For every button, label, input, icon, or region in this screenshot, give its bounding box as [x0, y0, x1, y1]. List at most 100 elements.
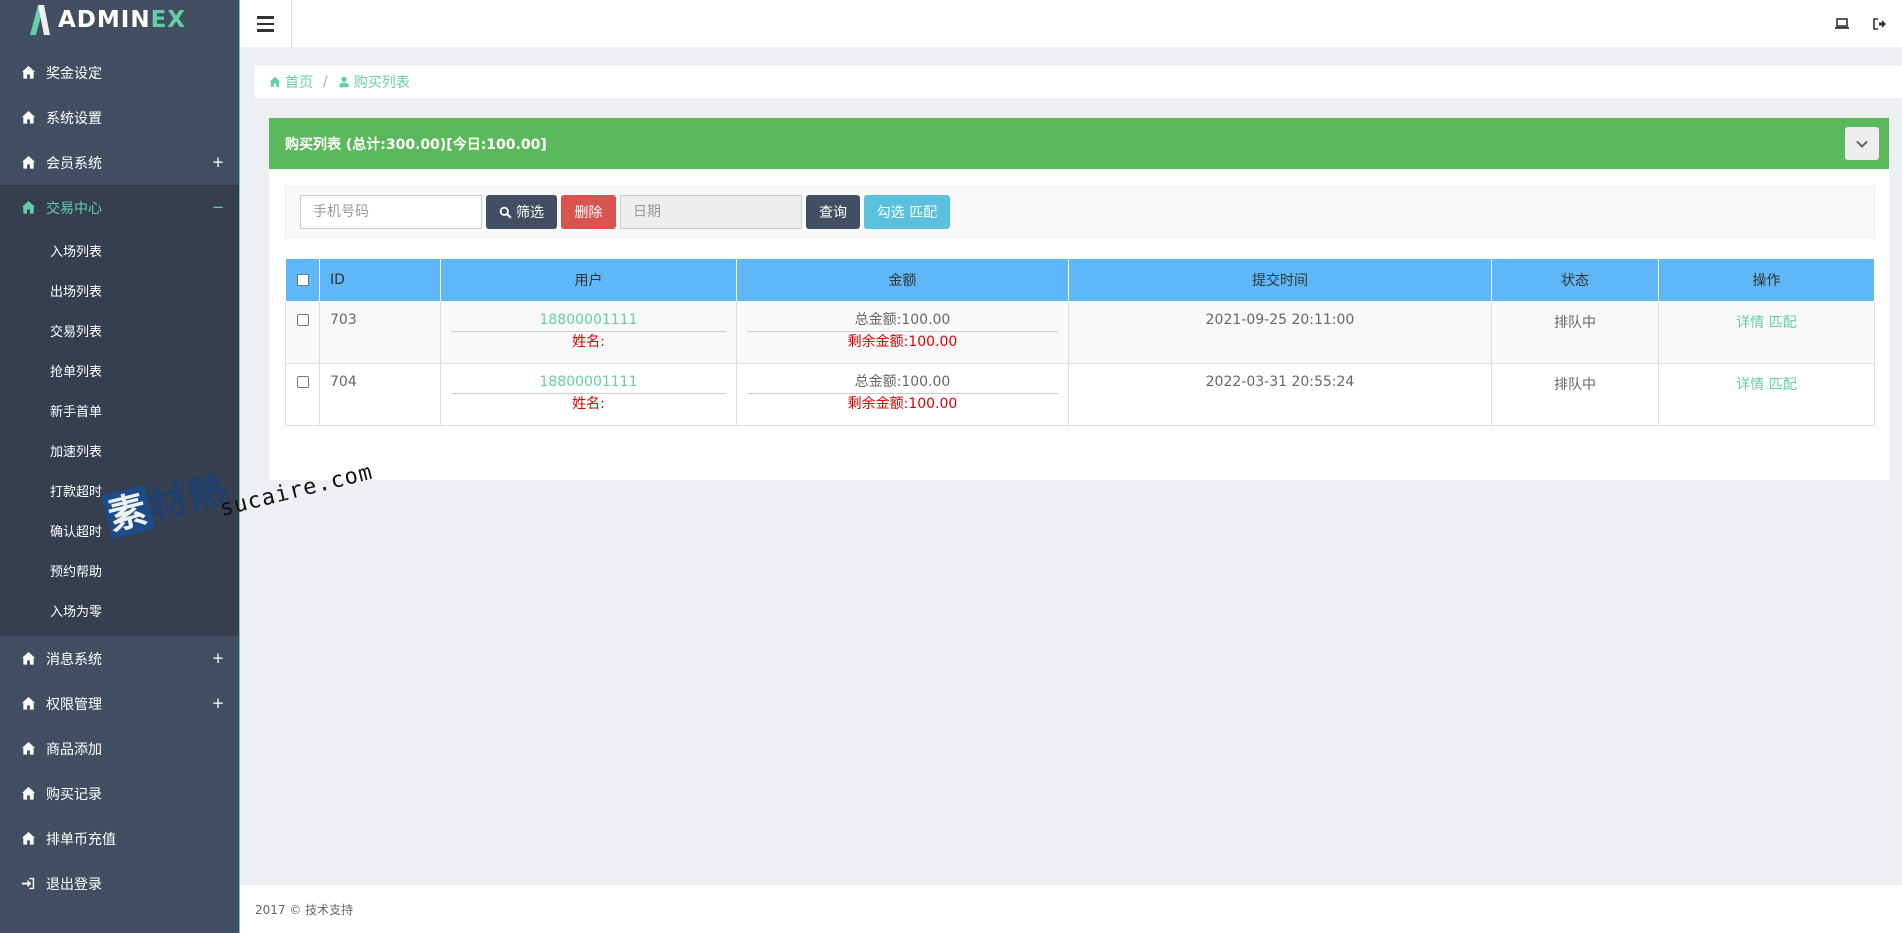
header-ops: 操作 [1658, 258, 1875, 302]
home-icon [20, 65, 36, 81]
collapse-icon[interactable]: − [211, 199, 225, 215]
subnav-item-reserve-help[interactable]: 预约帮助 [0, 550, 239, 590]
home-icon [20, 831, 36, 847]
sidebar-item-label: 购买记录 [46, 786, 102, 803]
table-row: 703 18800001111 姓名: 总金额:100.00 剩余金额:100.… [285, 301, 1875, 364]
row-select-cell [285, 363, 320, 426]
sidebar-item-label: 奖金设定 [46, 65, 102, 82]
delete-button[interactable]: 删除 [561, 195, 616, 229]
row-time: 2022-03-31 20:55:24 [1068, 363, 1492, 426]
breadcrumb-current-label: 购买列表 [353, 75, 410, 91]
row-ops: 详情 匹配 [1658, 363, 1875, 426]
search-icon [499, 206, 512, 219]
breadcrumb-home[interactable]: 首页 [269, 72, 313, 92]
row-match-link[interactable]: 匹配 [1769, 315, 1797, 331]
row-id: 704 [319, 363, 441, 426]
sidebar: ADMIN EX 奖金设定 系统设置 会员系统 + 交易中心 − 入场列表 出场列… [0, 0, 240, 933]
phone-input[interactable] [300, 195, 482, 229]
sidebar-item-trade-center[interactable]: 交易中心 − [0, 185, 239, 230]
subnav-item-grab-list[interactable]: 抢单列表 [0, 350, 239, 390]
sidebar-item-purchase-records[interactable]: 购买记录 [0, 771, 239, 816]
row-user: 18800001111 姓名: [440, 301, 737, 364]
header-select-all [285, 258, 320, 302]
expand-icon[interactable]: + [211, 154, 225, 170]
panel-heading: 购买列表 (总计:300.00)[今日:100.00] [269, 118, 1889, 169]
sidebar-item-label: 交易中心 [46, 200, 102, 217]
sidebar-nav: 奖金设定 系统设置 会员系统 + 交易中心 − [0, 50, 239, 230]
home-icon [20, 155, 36, 171]
row-match-link[interactable]: 匹配 [1769, 377, 1797, 393]
sidebar-subnav-trade: 入场列表 出场列表 交易列表 抢单列表 新手首单 加速列表 打款超时 确认超时 … [0, 230, 239, 636]
sidebar-item-permissions[interactable]: 权限管理 + [0, 681, 239, 726]
menu-toggle-button[interactable] [240, 0, 292, 48]
delete-button-label: 删除 [574, 205, 603, 221]
row-remain-amount: 剩余金额:100.00 [847, 396, 958, 412]
sign-out-icon[interactable] [1870, 14, 1890, 34]
query-button[interactable]: 查询 [806, 195, 860, 229]
expand-icon[interactable]: + [211, 695, 225, 711]
sidebar-item-label: 系统设置 [46, 110, 102, 127]
breadcrumb-separator: / [323, 74, 328, 90]
row-detail-link[interactable]: 详情 [1736, 377, 1764, 393]
row-total-amount: 总金额:100.00 [747, 374, 1058, 394]
subnav-item-newbie-first[interactable]: 新手首单 [0, 390, 239, 430]
logo[interactable]: ADMIN EX [0, 0, 239, 40]
home-icon [20, 200, 36, 216]
home-icon [20, 696, 36, 712]
sidebar-item-logout[interactable]: 退出登录 [0, 861, 239, 906]
row-status: 排队中 [1491, 301, 1659, 364]
table-header-row: ID 用户 金额 提交时间 状态 操作 [285, 258, 1875, 302]
logo-text-accent: EX [150, 7, 187, 33]
sidebar-item-label: 消息系统 [46, 651, 102, 668]
subnav-item-speedup-list[interactable]: 加速列表 [0, 430, 239, 470]
sidebar-item-coin-recharge[interactable]: 排单币充值 [0, 816, 239, 861]
subnav-item-exit-list[interactable]: 出场列表 [0, 270, 239, 310]
filter-button[interactable]: 筛选 [486, 195, 557, 229]
row-ops: 详情 匹配 [1658, 301, 1875, 364]
home-icon [269, 76, 281, 87]
sidebar-item-message-system[interactable]: 消息系统 + [0, 636, 239, 681]
row-amount: 总金额:100.00 剩余金额:100.00 [736, 363, 1069, 426]
sidebar-item-add-product[interactable]: 商品添加 [0, 726, 239, 771]
match-button-label: 勾选 匹配 [876, 205, 938, 221]
row-checkbox[interactable] [296, 314, 309, 326]
sign-in-icon [20, 876, 36, 892]
filter-button-label: 筛选 [516, 205, 544, 221]
expand-icon[interactable]: + [211, 650, 225, 666]
subnav-item-entry-list[interactable]: 入场列表 [0, 230, 239, 270]
row-total-amount: 总金额:100.00 [747, 312, 1058, 332]
header-user: 用户 [440, 258, 737, 302]
sidebar-item-label: 权限管理 [46, 696, 102, 713]
sidebar-item-bonus-settings[interactable]: 奖金设定 [0, 50, 239, 95]
date-input[interactable] [620, 195, 802, 229]
subnav-item-entry-zero[interactable]: 入场为零 [0, 590, 239, 630]
sidebar-item-label: 会员系统 [46, 155, 102, 172]
row-id: 703 [319, 301, 441, 364]
row-status: 排队中 [1491, 363, 1659, 426]
row-select-cell [285, 301, 320, 364]
purchase-list-panel: 购买列表 (总计:300.00)[今日:100.00] 筛选 删除 查询 勾选 … [269, 118, 1889, 480]
subnav-item-trade-list[interactable]: 交易列表 [0, 310, 239, 350]
match-button[interactable]: 勾选 匹配 [864, 195, 950, 229]
footer-text: 2017 © 技术支持 [255, 902, 354, 917]
filter-bar: 筛选 删除 查询 勾选 匹配 [285, 186, 1875, 238]
subnav-item-payment-timeout[interactable]: 打款超时 [0, 470, 239, 510]
sidebar-item-member-system[interactable]: 会员系统 + [0, 140, 239, 185]
header-time: 提交时间 [1068, 258, 1492, 302]
sidebar-item-system-settings[interactable]: 系统设置 [0, 95, 239, 140]
subnav-item-confirm-timeout[interactable]: 确认超时 [0, 510, 239, 550]
home-icon [20, 651, 36, 667]
table-row: 704 18800001111 姓名: 总金额:100.00 剩余金额:100.… [285, 363, 1875, 426]
footer: 2017 © 技术支持 [240, 885, 1902, 933]
breadcrumb-current[interactable]: 购买列表 [338, 72, 410, 92]
laptop-icon[interactable] [1832, 14, 1852, 34]
sidebar-nav-lower: 消息系统 + 权限管理 + 商品添加 购买记录 排单币充值 退出登录 [0, 636, 239, 906]
select-all-checkbox[interactable] [296, 274, 309, 286]
row-checkbox[interactable] [296, 376, 309, 388]
row-user: 18800001111 姓名: [440, 363, 737, 426]
header-status: 状态 [1491, 258, 1659, 302]
panel-collapse-button[interactable] [1845, 127, 1879, 160]
row-name: 姓名: [572, 334, 605, 350]
row-detail-link[interactable]: 详情 [1736, 315, 1764, 331]
sidebar-item-label: 退出登录 [46, 876, 102, 893]
